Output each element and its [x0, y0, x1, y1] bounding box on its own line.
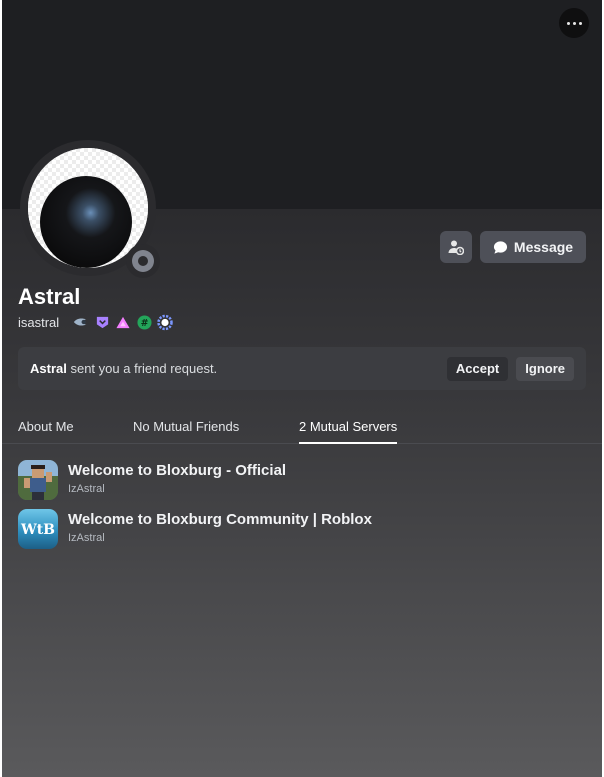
avatar-container — [20, 140, 160, 278]
tab-mutual-servers[interactable]: 2 Mutual Servers — [299, 419, 398, 444]
server-name: Welcome to Bloxburg Community | Roblox — [68, 511, 372, 528]
username-row: isastral # — [18, 314, 173, 330]
server-name: Welcome to Bloxburg - Official — [68, 462, 287, 479]
server-row[interactable]: Welcome to Bloxburg - Official IzAstral — [18, 460, 286, 500]
profile-modal: Message Astral isastral # Astral sent yo… — [2, 0, 602, 777]
svg-text:#: # — [140, 317, 148, 328]
svg-text:WtB: WtB — [20, 522, 55, 538]
message-button[interactable]: Message — [480, 231, 586, 263]
server-row[interactable]: WtB Welcome to Bloxburg Community | Robl… — [18, 509, 372, 549]
quest-icon[interactable] — [157, 314, 173, 330]
server-icon: WtB — [18, 509, 58, 549]
request-sender-name: Astral — [30, 361, 67, 376]
accept-button[interactable]: Accept — [446, 356, 509, 381]
friend-pending-icon — [448, 240, 464, 255]
bloxburg-community-icon: WtB — [18, 509, 58, 549]
bloxburg-official-icon — [18, 460, 58, 500]
server-nickname: IzAstral — [68, 483, 105, 495]
server-nickname: IzAstral — [68, 532, 105, 544]
offline-status-icon — [132, 250, 154, 272]
friend-pending-button[interactable] — [440, 231, 472, 263]
ignore-button[interactable]: Ignore — [516, 356, 574, 381]
server-icon — [18, 460, 58, 500]
message-label: Message — [513, 239, 574, 255]
active-developer-icon[interactable]: # — [136, 314, 152, 330]
boost-icon[interactable] — [115, 314, 131, 330]
profile-tabs: About Me No Mutual Friends 2 Mutual Serv… — [2, 413, 602, 444]
badge-list: # — [73, 314, 173, 330]
chat-bubble-icon — [493, 240, 507, 254]
more-dots-icon — [566, 21, 570, 25]
tab-about-me[interactable]: About Me — [18, 419, 74, 442]
nitro-icon[interactable] — [94, 314, 110, 330]
request-message: sent you a friend request. — [66, 361, 218, 376]
friend-request-bar: Astral sent you a friend request. Accept… — [18, 347, 586, 390]
username: isastral — [18, 314, 60, 330]
display-name: Astral — [18, 284, 81, 309]
friend-request-text: Astral sent you a friend request. — [30, 361, 447, 376]
more-options-button[interactable] — [559, 8, 589, 38]
tab-mutual-friends[interactable]: No Mutual Friends — [133, 419, 239, 442]
status-indicator — [126, 244, 160, 278]
hypesquad-icon[interactable] — [73, 314, 89, 330]
